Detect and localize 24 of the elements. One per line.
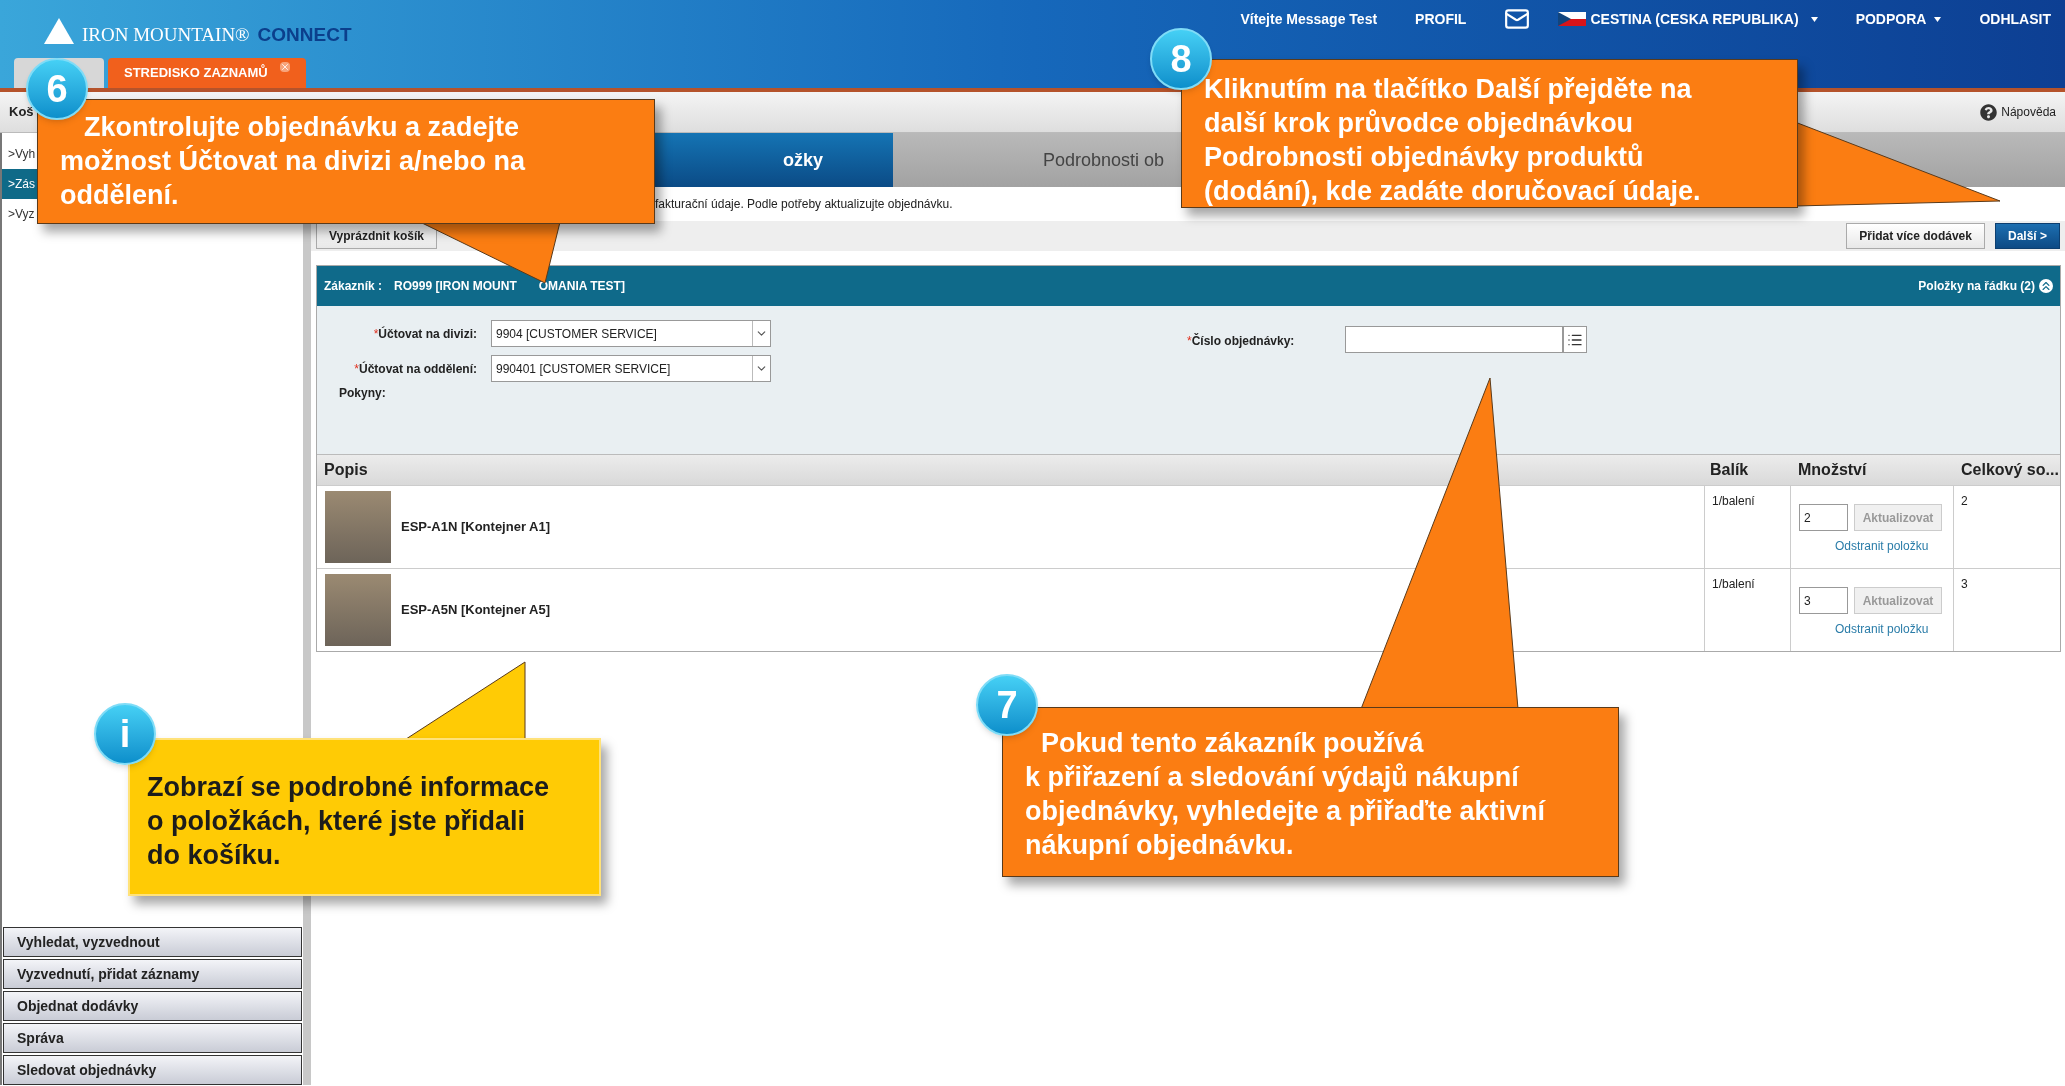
callout-text: Zobrazí se podrobné informace o položkách, které jste přidali do košíku. <box>147 771 551 872</box>
brand-name: IRON MOUNTAIN® <box>82 25 250 44</box>
callout-number-tooltip: 7 <box>976 674 1038 736</box>
total-text: 2 <box>1961 494 1968 508</box>
product-name: CONNECT <box>257 25 352 44</box>
field-label: *Účtovat na divizi: <box>372 325 478 343</box>
package-text: 1/balení <box>1712 494 1755 508</box>
column-header: Celkový so... <box>1960 460 2060 480</box>
welcome-text: Vítejte Message Test <box>1240 9 1378 29</box>
column-header: Balík <box>1709 460 1750 480</box>
customer-value: RO999 [IRON MOUNT <box>394 278 517 295</box>
customer-label: Zákazník : <box>324 278 383 295</box>
product-name: ESP-A5N [Kontejner A5] <box>401 601 551 620</box>
package-text: 1/balení <box>1712 577 1755 591</box>
info-text: fakturační údaje. Podle potřeby aktualizujte objednávku. <box>655 196 953 213</box>
field-label: *Číslo objednávky: <box>1187 332 1296 350</box>
notes-label: Pokyny: <box>338 385 387 402</box>
column-header: Popis <box>323 460 369 480</box>
total-text: 3 <box>1961 577 1968 591</box>
field-label: *Účtovat na oddělení: <box>353 360 478 378</box>
column-header: Množství <box>1797 460 1868 480</box>
customer-value: OMANIA TEST] <box>538 278 625 295</box>
items-per-row-text: Položky na řádku (2) <box>1918 278 2035 295</box>
product-name: ESP-A1N [Kontejner A1] <box>401 518 551 537</box>
